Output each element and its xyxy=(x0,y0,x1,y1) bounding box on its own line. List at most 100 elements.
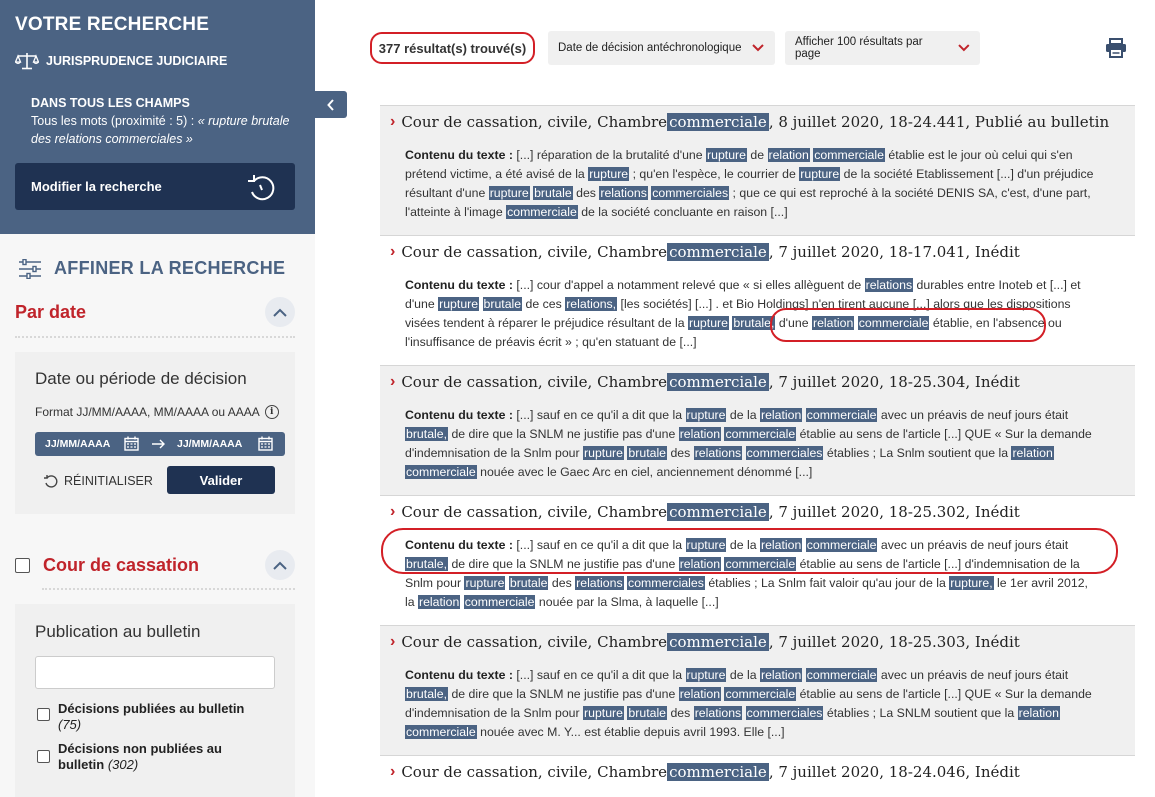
term-highlight: rupture xyxy=(799,167,841,181)
date-section-toggle[interactable] xyxy=(265,297,295,327)
term-highlight: relation xyxy=(759,668,803,682)
term-highlight: rupture xyxy=(706,148,747,162)
term-highlight: relation xyxy=(759,538,803,552)
refine-title: AFFINER LA RECHERCHE xyxy=(54,258,286,278)
published-label: Décisions publiées au bulletin xyxy=(58,701,245,716)
term-highlight: commerciales xyxy=(651,186,730,200)
date-to-input[interactable]: JJ/MM/AAAA xyxy=(177,438,242,450)
term-highlight: commerciale xyxy=(805,668,878,682)
sort-dropdown[interactable]: Date de décision antéchronologique xyxy=(548,31,775,65)
results-list: › Cour de cassation, civile, Chambre comm… xyxy=(380,105,1135,795)
sort-label: Date de décision antéchronologique xyxy=(558,42,742,54)
sliders-icon xyxy=(19,258,41,279)
result-title[interactable]: › Cour de cassation, civile, Chambre comm… xyxy=(390,762,1135,782)
divider xyxy=(15,336,295,338)
term-highlight: relations xyxy=(575,576,624,590)
term-highlight: commerciale xyxy=(813,148,885,162)
collapse-sidebar-button[interactable] xyxy=(315,91,347,118)
unpublished-checkbox[interactable] xyxy=(37,750,50,763)
validate-button[interactable]: Valider xyxy=(167,466,275,494)
per-page-dropdown[interactable]: Afficher 100 résultats par page xyxy=(785,31,980,65)
term-highlight: commerciale xyxy=(724,427,797,441)
snippet-text: de la société concluante en raison [...] xyxy=(577,205,788,219)
snippet-text: [...] sauf en ce qu'il a dit que la xyxy=(516,668,686,682)
term-highlight: relation xyxy=(811,316,855,330)
modify-search-button[interactable]: Modifier la recherche xyxy=(15,163,295,210)
publication-input[interactable] xyxy=(35,656,275,689)
snippet-label: Contenu du texte : xyxy=(405,148,517,162)
term-highlight: commerciale xyxy=(724,557,797,571)
term-highlight: relations xyxy=(693,446,743,460)
per-page-label: Afficher 100 résultats par page xyxy=(795,36,923,60)
snippet-text: [...] sauf en ce qu'il a dit que la xyxy=(516,538,686,552)
scale-icon xyxy=(15,53,39,70)
reset-button[interactable]: RÉINITIALISER xyxy=(42,474,153,488)
snippet-text: ; qu'en l'espèce, le courrier de xyxy=(629,167,800,181)
snippet-text: [...] réparation de la brutalité d'une xyxy=(516,148,707,162)
unpublished-count: (302) xyxy=(107,757,139,772)
court-section-title: Cour de cassation xyxy=(43,554,200,575)
term-highlight: relations, xyxy=(565,297,618,311)
term-highlight: commerciale xyxy=(506,205,578,219)
chevron-right-icon: › xyxy=(390,113,396,130)
snippet-text: établies ; La Snlm soutient que la xyxy=(823,446,1012,460)
print-icon[interactable] xyxy=(1105,38,1127,58)
result-title[interactable]: › Cour de cassation, civile, Chambre comm… xyxy=(390,632,1135,652)
calendar-icon[interactable] xyxy=(124,436,139,451)
snippet-text: des xyxy=(548,576,576,590)
term-highlight: rupture xyxy=(583,446,624,460)
result-title[interactable]: › Cour de cassation, civile, Chambre comm… xyxy=(390,112,1135,132)
calendar-icon[interactable] xyxy=(258,436,273,451)
term-highlight: commerciales xyxy=(745,706,824,720)
result-item: › Cour de cassation, civile, Chambre comm… xyxy=(380,755,1135,795)
jurisdiction-label: JURISPRUDENCE JUDICIAIRE xyxy=(15,52,300,70)
snippet-text: [...] sauf en ce qu'il a dit que la xyxy=(516,408,686,422)
snippet-label: Contenu du texte : xyxy=(405,668,517,682)
snippet-text: [...] cour d'appel a notamment relevé qu… xyxy=(516,278,865,292)
chevron-right-icon: › xyxy=(390,243,396,260)
term-highlight: brutale, xyxy=(405,427,449,441)
court-section-header: Cour de cassation xyxy=(15,550,295,580)
snippet-text: de la xyxy=(726,408,760,422)
date-panel-title: Date ou période de décision xyxy=(35,369,247,388)
result-title[interactable]: › Cour de cassation, civile, Chambre comm… xyxy=(390,502,1135,522)
result-title-text: , 8 juillet 2020, 18-24.441, Publié au b… xyxy=(768,113,1110,131)
result-title-text: Cour de cassation, civile, Chambre xyxy=(401,633,668,651)
term-highlight: relation xyxy=(1017,706,1060,720)
refine-heading: AFFINER LA RECHERCHE xyxy=(18,258,285,279)
court-section-toggle[interactable] xyxy=(265,550,295,580)
chevron-right-icon: › xyxy=(390,503,396,520)
result-title[interactable]: › Cour de cassation, civile, Chambre comm… xyxy=(390,242,1135,262)
term-highlight: commerciale xyxy=(724,687,797,701)
snippet-text: nouée avec le Gaec Arc en ciel, ancienne… xyxy=(476,465,813,479)
chevron-down-icon xyxy=(958,44,970,52)
term-highlight: relation xyxy=(767,148,810,162)
term-highlight: rupture xyxy=(438,297,480,311)
sidebar-title: VOTRE RECHERCHE xyxy=(15,14,210,35)
unpublished-option[interactable]: Décisions non publiées au bulletin (302) xyxy=(37,741,222,773)
snippet-text: avec un préavis de neuf jours était xyxy=(877,538,1069,552)
chevron-right-icon: › xyxy=(390,633,396,650)
snippet-label: Contenu du texte : xyxy=(405,408,517,422)
search-summary: VOTRE RECHERCHE JURISPRUDENCE JUDICIAIRE… xyxy=(0,0,315,234)
result-title-text: , 7 juillet 2020, 18-17.041, Inédit xyxy=(768,243,1020,261)
court-checkbox[interactable] xyxy=(15,557,30,573)
unpublished-label-1: Décisions non publiées au xyxy=(58,741,222,756)
criteria-value: Tous les mots (proximité : 5) : « ruptur… xyxy=(31,112,300,148)
arrow-right-icon xyxy=(152,439,165,449)
info-icon[interactable]: i xyxy=(264,405,279,419)
date-from-input[interactable]: JJ/MM/AAAA xyxy=(45,438,110,450)
term-highlight: commerciale xyxy=(857,316,930,330)
result-item: › Cour de cassation, civile, Chambre comm… xyxy=(380,105,1135,235)
reset-icon xyxy=(44,475,58,488)
snippet-text: de dire que la SNLM ne justifie pas d'un… xyxy=(448,427,679,441)
refresh-icon xyxy=(248,174,275,200)
published-option[interactable]: Décisions publiées au bulletin (75) xyxy=(37,701,244,733)
snippet-text xyxy=(479,297,482,311)
term-highlight: relation xyxy=(418,595,461,609)
term-highlight: relation xyxy=(678,687,722,701)
term-highlight: rupture xyxy=(688,316,729,330)
published-checkbox[interactable] xyxy=(37,708,50,721)
result-title[interactable]: › Cour de cassation, civile, Chambre comm… xyxy=(390,372,1135,392)
term-highlight: brutale, xyxy=(405,557,449,571)
